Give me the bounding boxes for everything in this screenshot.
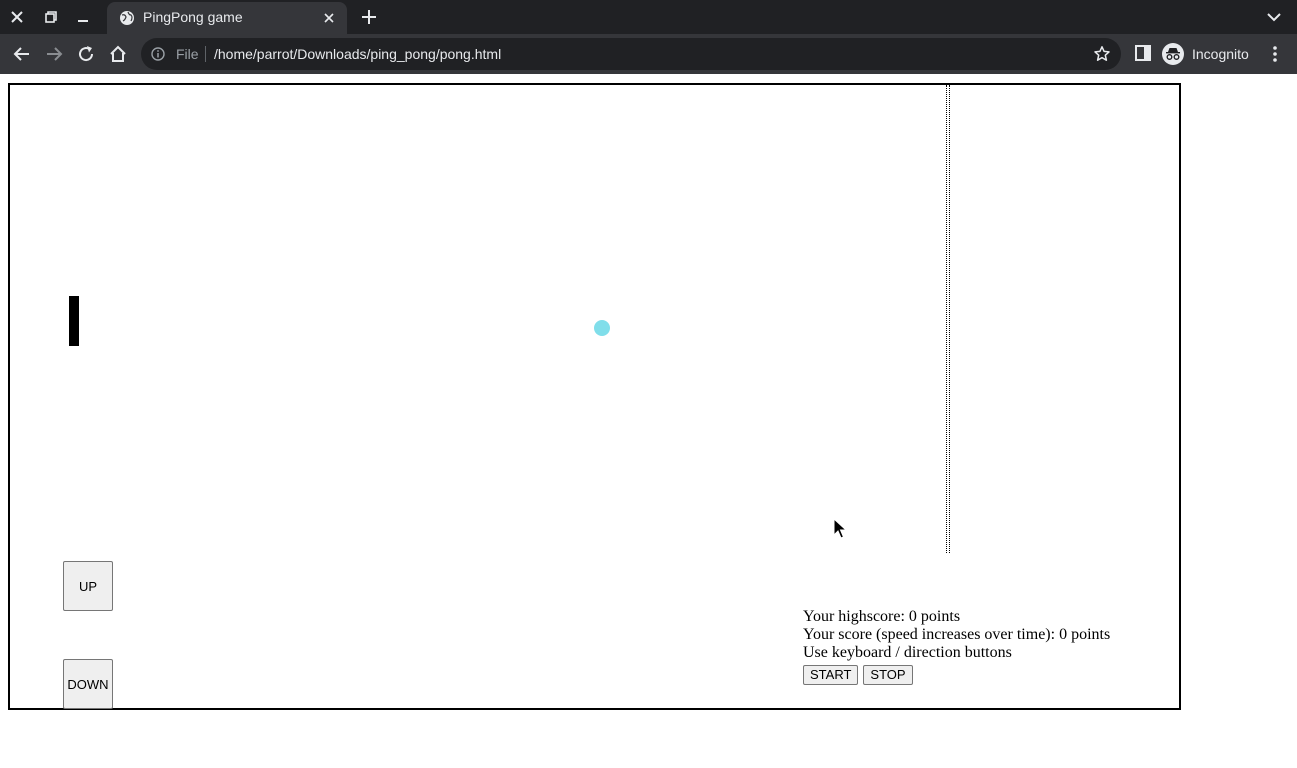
- start-button[interactable]: START: [803, 665, 859, 685]
- up-button[interactable]: UP: [63, 561, 113, 611]
- down-button[interactable]: DOWN: [63, 659, 113, 709]
- home-icon[interactable]: [107, 43, 129, 65]
- ball: [594, 320, 610, 336]
- globe-icon: [120, 11, 134, 25]
- close-window-icon[interactable]: [0, 0, 33, 34]
- back-icon[interactable]: [11, 43, 33, 65]
- active-tab[interactable]: PingPong game: [107, 2, 347, 34]
- chevron-down-icon[interactable]: [1265, 8, 1283, 26]
- url-scheme-label: File: [176, 46, 199, 62]
- highscore-text: Your highscore: 0 points: [803, 608, 961, 625]
- score-text: Your score (speed increases over time): …: [803, 626, 1111, 643]
- url-text[interactable]: /home/parrot/Downloads/ping_pong/pong.ht…: [214, 46, 501, 62]
- menu-kebab-icon[interactable]: [1266, 44, 1284, 64]
- player-paddle: [69, 296, 79, 346]
- tab-close-icon[interactable]: [321, 10, 337, 26]
- incognito-indicator[interactable]: Incognito: [1162, 39, 1249, 69]
- browser-toolbar: File /home/parrot/Downloads/ping_pong/po…: [0, 34, 1297, 74]
- address-separator: [205, 46, 206, 62]
- tab-strip: PingPong game: [0, 0, 1297, 34]
- stop-button[interactable]: STOP: [863, 665, 913, 685]
- mouse-cursor-icon: [833, 518, 847, 539]
- bookmark-star-icon[interactable]: [1093, 45, 1111, 63]
- side-panel-icon[interactable]: [1134, 44, 1152, 62]
- new-tab-icon[interactable]: [359, 7, 379, 27]
- incognito-icon: [1162, 43, 1184, 65]
- minimize-window-icon[interactable]: [66, 0, 99, 34]
- address-bar[interactable]: File /home/parrot/Downloads/ping_pong/po…: [141, 38, 1121, 70]
- field-divider: [946, 85, 950, 555]
- score-info: Your highscore: 0 points Your score (spe…: [803, 608, 1110, 685]
- forward-icon[interactable]: [43, 43, 65, 65]
- tab-title: PingPong game: [143, 9, 243, 25]
- controls-panel: UP DOWN Your highscore: 0 points Your sc…: [8, 553, 1181, 710]
- game-canvas[interactable]: [8, 83, 1181, 557]
- hint-text: Use keyboard / direction buttons: [803, 644, 1012, 661]
- restore-window-icon[interactable]: [34, 0, 67, 34]
- info-icon[interactable]: [151, 47, 165, 61]
- incognito-label: Incognito: [1192, 46, 1249, 62]
- reload-icon[interactable]: [75, 43, 97, 65]
